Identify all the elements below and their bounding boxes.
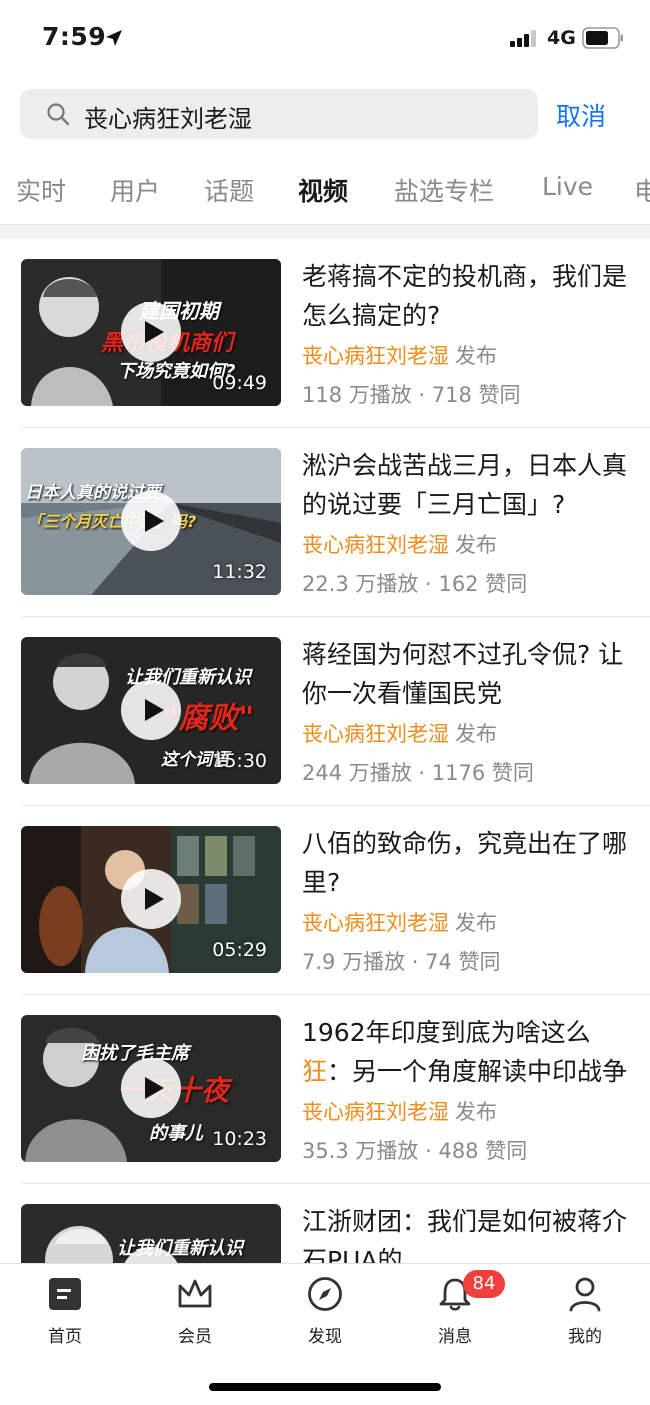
video-result-list: 建国初期 黑市投机商们 下场究竟如何? 09:49 老蒋搞不定的投机商，我们是怎…	[0, 239, 650, 1263]
battery-icon	[582, 27, 623, 49]
tab-live[interactable]: Live	[542, 172, 593, 201]
author-row: 丧心病狂刘老湿 发布	[302, 1096, 497, 1126]
play-button[interactable]	[121, 491, 181, 551]
video-duration: 11:32	[212, 561, 267, 583]
video-result-item[interactable]: 日本人真的说过要 「三个月灭亡中国」吗? 11:32 淞沪会战苦战三月，日本人真…	[0, 428, 650, 617]
network-type: 4G	[547, 27, 576, 49]
video-stats: 35.3 万播放 · 488 赞同	[302, 1139, 528, 1163]
tab-topics[interactable]: 话题	[204, 172, 254, 208]
video-duration: 10:23	[212, 1128, 267, 1150]
nav-profile[interactable]: 我的	[535, 1276, 635, 1348]
cellular-signal-icon	[510, 29, 538, 47]
nav-messages[interactable]: 84 消息	[405, 1270, 505, 1348]
author-row: 丧心病狂刘老湿 发布	[302, 907, 497, 937]
video-thumbnail[interactable]: 让我们重新认识 "腐败" 这个词语 15:30	[21, 637, 281, 784]
search-query: 丧心病狂刘老湿	[84, 105, 252, 133]
author-name[interactable]: 丧心病狂刘老湿	[302, 344, 449, 368]
video-thumbnail[interactable]: 建国初期 黑市投机商们 下场究竟如何? 09:49	[21, 259, 281, 406]
home-icon	[49, 1278, 81, 1310]
screen: 7:59 4G 丧心病狂刘老湿 取消 实时 用户 话题 视频 盐选专栏 Live…	[0, 0, 650, 1405]
nav-membership[interactable]: 会员	[145, 1276, 245, 1348]
play-icon	[145, 510, 164, 532]
video-stats: 7.9 万播放 · 74 赞同	[302, 950, 501, 974]
video-result-item[interactable]: 困扰了毛主席 一天十夜 的事儿 10:23 1962年印度到底为啥这么狂：另一个…	[0, 995, 650, 1184]
video-title[interactable]: 八佰的致命伤，究竟出在了哪里?	[302, 824, 632, 902]
author-name[interactable]: 丧心病狂刘老湿	[302, 533, 449, 557]
title-highlight: 狂	[302, 1057, 328, 1086]
video-stats: 118 万播放 · 718 赞同	[302, 383, 521, 407]
title-part: 1962年印度到底为啥这么	[302, 1018, 591, 1047]
author-row: 丧心病狂刘老湿 发布	[302, 529, 497, 559]
cancel-button[interactable]: 取消	[556, 97, 606, 133]
video-thumbnail[interactable]: 日本人真的说过要 「三个月灭亡中国」吗? 11:32	[21, 448, 281, 595]
video-result-item[interactable]: 建国初期 黑市投机商们 下场究竟如何? 09:49 老蒋搞不定的投机商，我们是怎…	[0, 239, 650, 428]
play-button[interactable]	[121, 869, 181, 929]
nav-label: 会员	[178, 1327, 212, 1347]
thumbnail-caption: 的事儿	[149, 1123, 203, 1144]
nav-discover[interactable]: 发现	[275, 1276, 375, 1348]
home-indicator[interactable]	[209, 1383, 441, 1391]
tab-salt-columns[interactable]: 盐选专栏	[394, 172, 494, 208]
section-gap	[0, 225, 650, 239]
tab-more[interactable]: 电	[634, 172, 650, 208]
author-name[interactable]: 丧心病狂刘老湿	[302, 722, 449, 746]
location-arrow-icon	[106, 30, 122, 46]
video-title[interactable]: 江浙财团：我们是如何被蒋介石PUA的	[302, 1202, 632, 1263]
publish-label: 发布	[455, 1100, 497, 1124]
nav-label: 我的	[568, 1327, 602, 1347]
play-button[interactable]	[121, 680, 181, 740]
video-title[interactable]: 淞沪会战苦战三月，日本人真的说过要「三月亡国」?	[302, 446, 632, 524]
video-title[interactable]: 老蒋搞不定的投机商，我们是怎么搞定的?	[302, 257, 632, 335]
search-icon	[47, 103, 70, 126]
video-title[interactable]: 1962年印度到底为啥这么狂：另一个角度解读中印战争	[302, 1013, 632, 1091]
author-row: 丧心病狂刘老湿 发布	[302, 340, 497, 370]
play-button[interactable]	[121, 302, 181, 362]
play-icon	[145, 1077, 164, 1099]
status-bar: 7:59 4G	[0, 0, 650, 78]
nav-home[interactable]: 首页	[15, 1276, 115, 1348]
play-icon	[145, 321, 164, 343]
video-duration: 15:30	[212, 750, 267, 772]
author-row: 丧心病狂刘老湿 发布	[302, 718, 497, 748]
video-result-item[interactable]: 让我们重新认识 江浙财团：我们是如何被蒋介石PUA的	[0, 1184, 650, 1263]
play-icon	[145, 699, 164, 721]
play-button[interactable]	[121, 1058, 181, 1118]
nav-label: 发现	[308, 1327, 342, 1347]
crown-icon	[178, 1279, 212, 1308]
video-result-item[interactable]: 让我们重新认识 "腐败" 这个词语 15:30 蒋经国为何怼不过孔令侃? 让你一…	[0, 617, 650, 806]
play-icon	[145, 888, 164, 910]
video-thumbnail[interactable]: 让我们重新认识	[21, 1204, 281, 1263]
status-time: 7:59	[42, 22, 107, 51]
unread-badge: 84	[463, 1270, 505, 1298]
tab-users[interactable]: 用户	[110, 172, 160, 208]
video-title[interactable]: 蒋经国为何怼不过孔令侃? 让你一次看懂国民党	[302, 635, 632, 713]
publish-label: 发布	[455, 722, 497, 746]
publish-label: 发布	[455, 344, 497, 368]
search-input[interactable]: 丧心病狂刘老湿	[20, 89, 538, 139]
person-icon	[569, 1277, 601, 1312]
tab-realtime[interactable]: 实时	[16, 172, 66, 208]
video-duration: 09:49	[212, 372, 267, 394]
video-result-item[interactable]: 05:29 八佰的致命伤，究竟出在了哪里? 丧心病狂刘老湿 发布 7.9 万播放 …	[0, 806, 650, 995]
video-stats: 244 万播放 · 1176 赞同	[302, 761, 534, 785]
tab-videos[interactable]: 视频	[298, 172, 348, 208]
publish-label: 发布	[455, 533, 497, 557]
compass-icon	[308, 1277, 342, 1311]
nav-label: 首页	[48, 1327, 82, 1347]
title-part: ：另一个角度解读中印战争	[327, 1057, 628, 1086]
video-duration: 05:29	[212, 939, 267, 961]
video-stats: 22.3 万播放 · 162 赞同	[302, 572, 528, 596]
video-thumbnail[interactable]: 困扰了毛主席 一天十夜 的事儿 10:23	[21, 1015, 281, 1162]
nav-label: 消息	[438, 1327, 472, 1347]
author-name[interactable]: 丧心病狂刘老湿	[302, 1100, 449, 1124]
search-tabs: 实时 用户 话题 视频 盐选专栏 Live 电	[0, 160, 650, 218]
author-name[interactable]: 丧心病狂刘老湿	[302, 911, 449, 935]
publish-label: 发布	[455, 911, 497, 935]
video-thumbnail[interactable]: 05:29	[21, 826, 281, 973]
